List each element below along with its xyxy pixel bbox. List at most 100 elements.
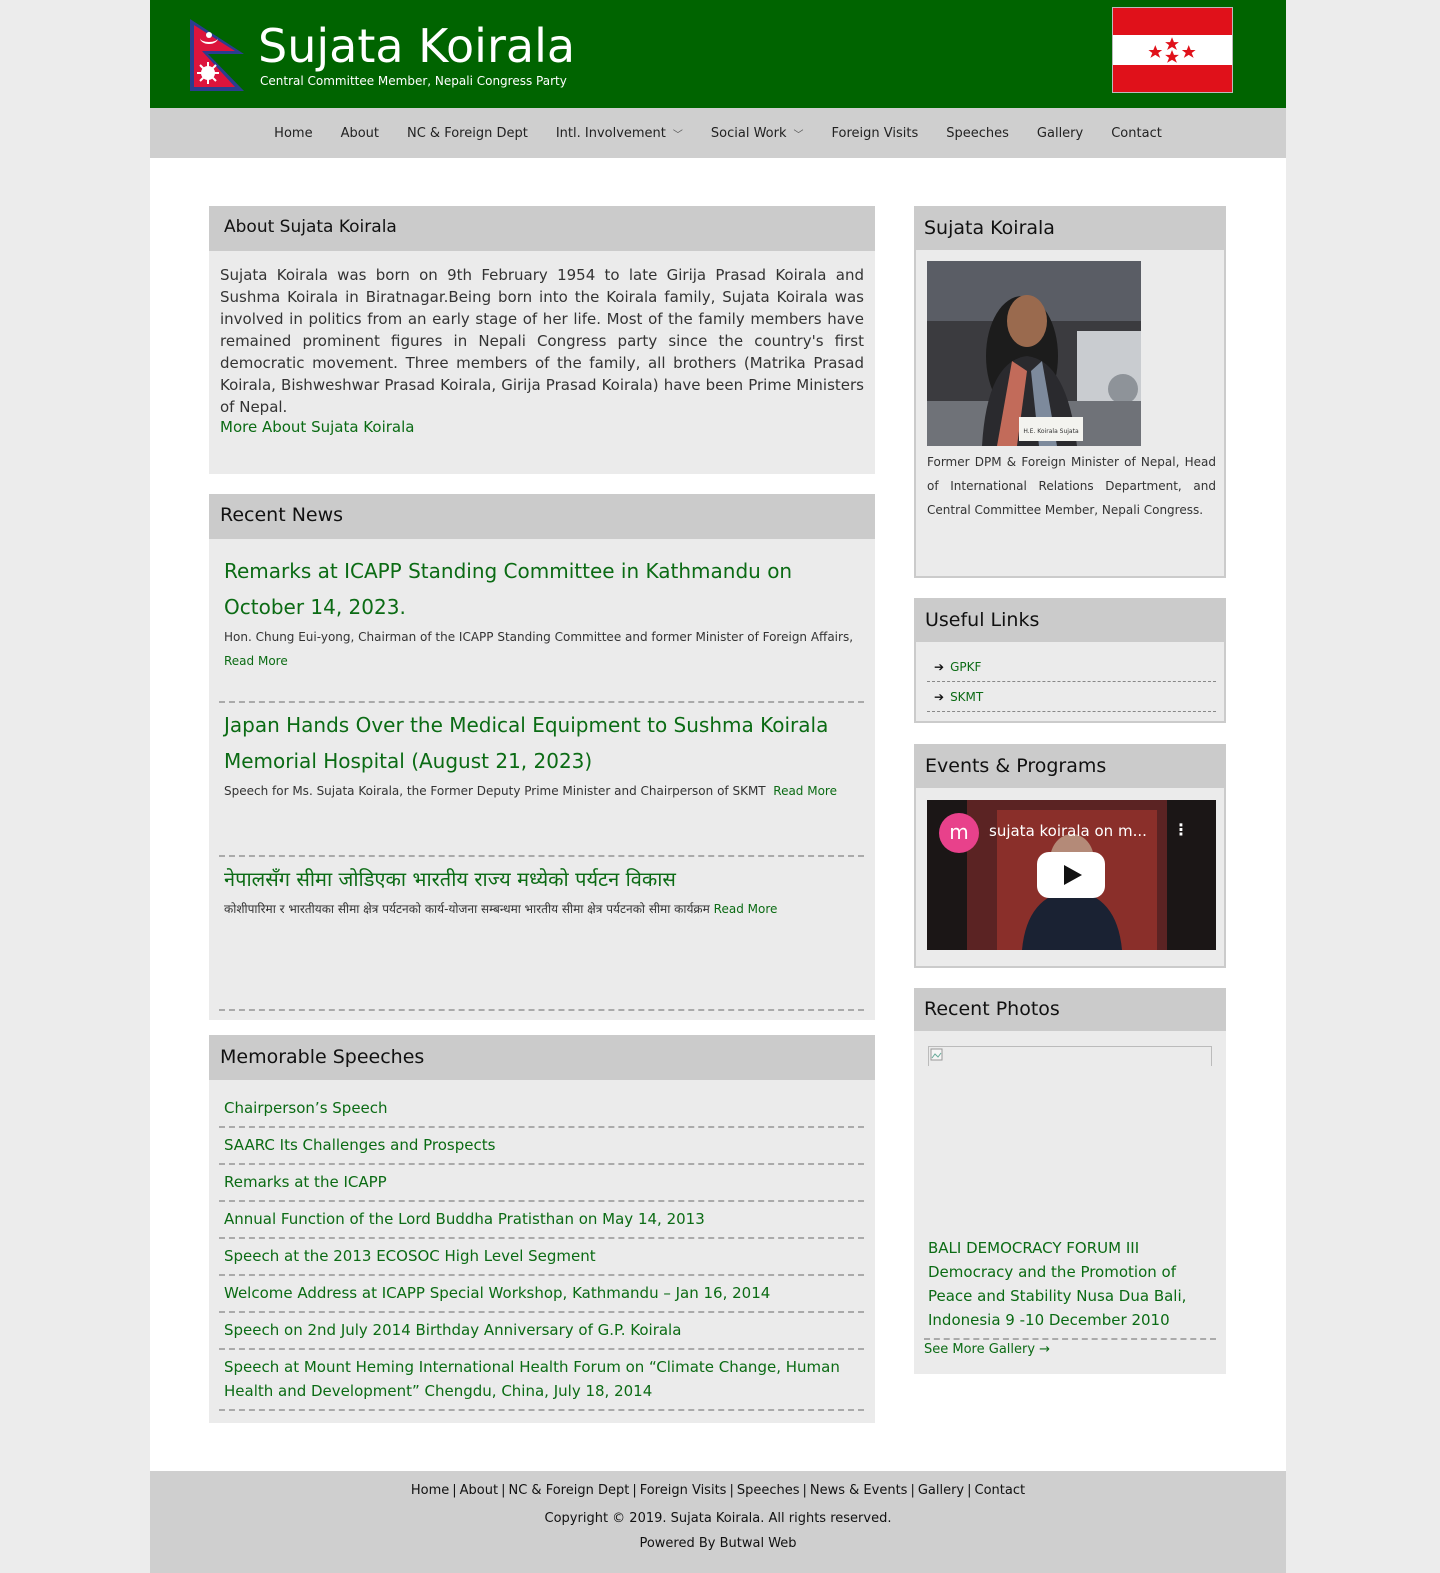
recent-news-box: Recent News Remarks at ICAPP Standing Co…: [209, 494, 875, 1020]
speeches-heading: Memorable Speeches: [220, 1046, 425, 1068]
list-item: Speech at Mount Heming International Hea…: [219, 1350, 864, 1411]
nav-item-speeches[interactable]: Speeches: [932, 126, 1023, 141]
about-text: Sujata Koirala was born on 9th February …: [220, 266, 864, 416]
speech-link[interactable]: Chairperson’s Speech: [224, 1099, 388, 1117]
nav-item-intl-involvement[interactable]: Intl. Involvement ﹀: [542, 126, 697, 141]
play-button-icon[interactable]: [1037, 852, 1105, 898]
speeches-header: Memorable Speeches: [209, 1035, 875, 1080]
speech-link[interactable]: Speech on 2nd July 2014 Birthday Anniver…: [224, 1321, 681, 1339]
footer-powered-by[interactable]: Powered By Butwal Web: [150, 1536, 1286, 1551]
broken-image-icon: [930, 1048, 943, 1061]
useful-links-heading: Useful Links: [925, 609, 1040, 631]
speech-link[interactable]: Remarks at the ICAPP: [224, 1173, 387, 1191]
nav-item-social-work[interactable]: Social Work ﹀: [697, 126, 818, 141]
nav-item-label: Home: [274, 125, 313, 141]
profile-photo: H.E. Koirala Sujata: [927, 261, 1141, 446]
footer-separator: |: [729, 1483, 734, 1498]
nav-item-contact[interactable]: Contact: [1097, 126, 1176, 141]
footer-link[interactable]: About: [460, 1483, 498, 1498]
read-more-link[interactable]: Read More: [714, 902, 778, 916]
nav-item-home[interactable]: Home: [260, 126, 326, 141]
events-box: Events & Programs m sujata koirala on m.…: [914, 744, 1226, 968]
read-more-link[interactable]: Read More: [224, 654, 288, 668]
footer-link[interactable]: Contact: [975, 1483, 1026, 1498]
footer-link[interactable]: Home: [411, 1483, 449, 1498]
news-title-link[interactable]: नेपालसँग सीमा जोडिएका भारतीय राज्य मध्ये…: [219, 861, 864, 897]
youtube-video-embed[interactable]: m sujata koirala on m... ⋮: [927, 800, 1216, 950]
footer-link[interactable]: News & Events: [810, 1483, 908, 1498]
speech-link[interactable]: Speech at the 2013 ECOSOC High Level Seg…: [224, 1247, 596, 1265]
read-more-link[interactable]: Read More: [773, 784, 837, 798]
news-title-link[interactable]: Japan Hands Over the Medical Equipment t…: [219, 707, 864, 779]
footer-separator: |: [802, 1483, 807, 1498]
footer-link[interactable]: Gallery: [918, 1483, 964, 1498]
list-item: SAARC Its Challenges and Prospects: [219, 1128, 864, 1165]
see-more-gallery-link[interactable]: See More Gallery →: [924, 1342, 1050, 1357]
speech-link[interactable]: Welcome Address at ICAPP Special Worksho…: [224, 1284, 770, 1302]
news-excerpt: Speech for Ms. Sujata Koirala, the Forme…: [219, 779, 864, 803]
useful-link[interactable]: GPKF: [950, 660, 981, 674]
news-excerpt-text: Hon. Chung Eui-yong, Chairman of the ICA…: [224, 630, 854, 644]
channel-avatar[interactable]: m: [939, 813, 979, 853]
nav-item-foreign-visits[interactable]: Foreign Visits: [818, 126, 933, 141]
site-header: Sujata Koirala Central Committee Member,…: [150, 0, 1286, 108]
nav-item-nc-foreign-dept[interactable]: NC & Foreign Dept: [393, 126, 542, 141]
memorable-speeches-box: Memorable Speeches Chairperson’s Speech S…: [209, 1035, 875, 1423]
list-item: Annual Function of the Lord Buddha Prati…: [219, 1202, 864, 1239]
more-about-link[interactable]: More About Sujata Koirala: [220, 418, 414, 436]
nav-item-label: NC & Foreign Dept: [407, 125, 528, 141]
footer-link[interactable]: Foreign Visits: [640, 1483, 727, 1498]
nav-item-gallery[interactable]: Gallery: [1023, 126, 1097, 141]
speech-link[interactable]: SAARC Its Challenges and Prospects: [224, 1136, 495, 1154]
footer-separator: |: [910, 1483, 915, 1498]
list-item: Speech at the 2013 ECOSOC High Level Seg…: [219, 1239, 864, 1276]
useful-link[interactable]: SKMT: [950, 690, 983, 704]
profile-header: Sujata Koirala: [916, 208, 1224, 250]
nav-item-label: Speeches: [946, 125, 1009, 141]
nav-item-label: Foreign Visits: [831, 125, 919, 141]
news-item: Remarks at ICAPP Standing Committee in K…: [219, 553, 864, 703]
site-footer: Home | About | NC & Foreign Dept | Foreign Vis…: [150, 1471, 1286, 1573]
recent-news-header: Recent News: [209, 494, 875, 539]
photo-caption-link[interactable]: BALI DEMOCRACY FORUM III Democracy and t…: [928, 1236, 1198, 1332]
nepal-flag-logo-icon[interactable]: [188, 18, 246, 92]
useful-links-list: ➔ GPKF ➔ SKMT: [927, 652, 1216, 712]
news-item: नेपालसँग सीमा जोडिएका भारतीय राज्य मध्ये…: [219, 861, 864, 1011]
events-heading: Events & Programs: [925, 755, 1107, 777]
nav-item-about[interactable]: About: [327, 126, 393, 141]
recent-photos-header: Recent Photos: [914, 988, 1226, 1031]
nav-list: Home About NC & Foreign Dept Intl. Involvem…: [150, 108, 1286, 158]
news-item: Japan Hands Over the Medical Equipment t…: [219, 707, 864, 857]
chevron-down-icon[interactable]: ﹀: [673, 126, 683, 141]
news-title-link[interactable]: Remarks at ICAPP Standing Committee in K…: [219, 553, 864, 625]
news-excerpt-text: Speech for Ms. Sujata Koirala, the Forme…: [224, 784, 766, 798]
about-box: About Sujata Koirala Sujata Koirala was …: [209, 206, 875, 474]
list-item: Speech on 2nd July 2014 Birthday Anniver…: [219, 1313, 864, 1350]
party-flag-icon: [1112, 7, 1233, 93]
gallery-photo[interactable]: [928, 1046, 1212, 1066]
footer-separator: |: [501, 1483, 506, 1498]
video-menu-icon[interactable]: ⋮: [1173, 820, 1189, 839]
footer-link[interactable]: NC & Foreign Dept: [508, 1483, 629, 1498]
about-heading: About Sujata Koirala: [224, 217, 397, 237]
list-item: Remarks at the ICAPP: [219, 1165, 864, 1202]
nav-item-label: About: [340, 125, 379, 141]
site-title[interactable]: Sujata Koirala: [258, 18, 575, 74]
speech-link[interactable]: Annual Function of the Lord Buddha Prati…: [224, 1210, 705, 1228]
speech-link[interactable]: Speech at Mount Heming International Hea…: [224, 1358, 840, 1400]
chevron-down-icon[interactable]: ﹀: [794, 126, 804, 141]
useful-links-box: Useful Links ➔ GPKF ➔ SKMT: [914, 598, 1226, 723]
footer-separator: |: [632, 1483, 637, 1498]
list-item: ➔ GPKF: [927, 652, 1216, 682]
nameplate-text: H.E. Koirala Sujata: [1023, 428, 1079, 435]
news-excerpt-text: कोशीपारिमा र भारतीयका सीमा क्षेत्र पर्यट…: [224, 902, 710, 916]
profile-box: Sujata Koirala H.E. Koirala Sujata Forme…: [914, 206, 1226, 578]
arrow-right-icon: ➔: [934, 660, 945, 674]
recent-photos-box: Recent Photos BALI DEMOCRACY FORUM III D…: [914, 988, 1226, 1374]
profile-heading: Sujata Koirala: [924, 217, 1055, 239]
video-title[interactable]: sujata koirala on m...: [989, 822, 1147, 840]
speech-list: Chairperson’s Speech SAARC Its Challenges…: [219, 1091, 864, 1411]
nav-item-label: Intl. Involvement: [555, 125, 666, 141]
events-header: Events & Programs: [916, 746, 1224, 788]
footer-link[interactable]: Speeches: [737, 1483, 800, 1498]
